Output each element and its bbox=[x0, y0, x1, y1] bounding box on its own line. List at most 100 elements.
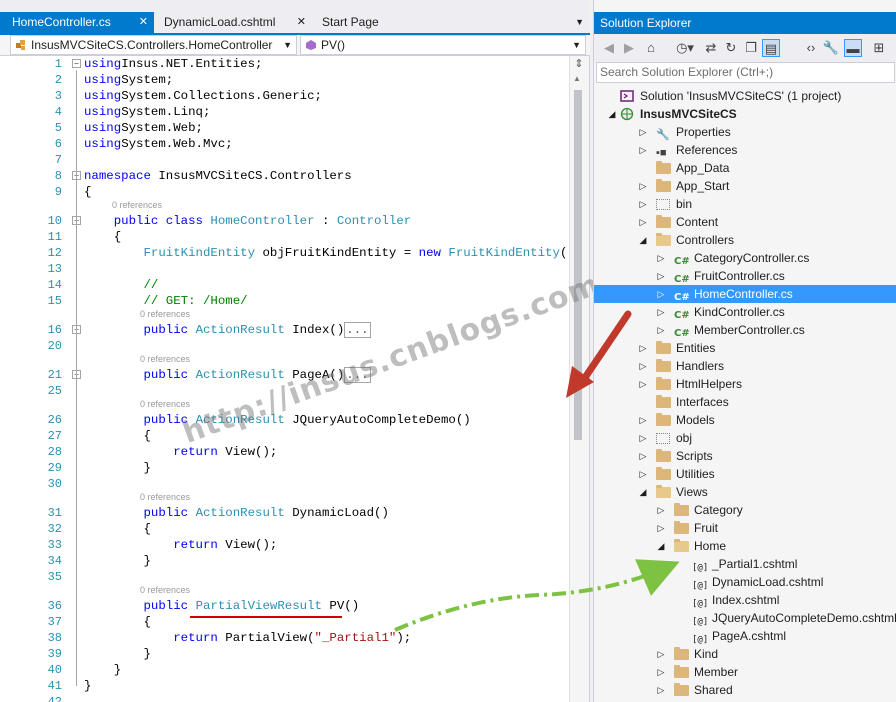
code-line[interactable]: 32 { bbox=[0, 521, 568, 537]
collapsed-arrow-icon[interactable]: ▷ bbox=[638, 177, 648, 195]
tree-item[interactable]: ▷ C# KindController.cs bbox=[594, 303, 896, 321]
solution-explorer-search-input[interactable]: Search Solution Explorer (Ctrl+;) bbox=[596, 62, 895, 83]
tree-item[interactable]: ▷ Entities bbox=[594, 339, 896, 357]
tree-item[interactable]: ▷ App_Start bbox=[594, 177, 896, 195]
tree-item[interactable]: ▷ Category bbox=[594, 501, 896, 519]
tree-item[interactable]: [@] PageA.cshtml bbox=[594, 627, 896, 645]
tab-start-page[interactable]: Start Page bbox=[310, 12, 430, 33]
expanded-arrow-icon[interactable]: ◢ bbox=[638, 483, 648, 501]
tree-item[interactable]: ▷ HtmlHelpers bbox=[594, 375, 896, 393]
collapsed-arrow-icon[interactable]: ▷ bbox=[638, 375, 648, 393]
tree-item[interactable]: [@] JQueryAutoCompleteDemo.cshtml bbox=[594, 609, 896, 627]
code-line[interactable]: 42 bbox=[0, 694, 568, 702]
code-line[interactable]: 33 return View(); bbox=[0, 537, 568, 553]
code-line[interactable]: 1 usingInsus.NET.Entities; − bbox=[0, 56, 568, 72]
code-line[interactable]: 40 } bbox=[0, 662, 568, 678]
collapsed-arrow-icon[interactable]: ▷ bbox=[638, 411, 648, 429]
preview-selected-icon[interactable]: ▬ bbox=[844, 39, 862, 57]
tree-item[interactable]: [@] DynamicLoad.cshtml bbox=[594, 573, 896, 591]
tab-dynamicload[interactable]: DynamicLoad.cshtml ✕ bbox=[152, 12, 312, 33]
code-line[interactable]: 8namespace InsusMVCSiteCS.Controllers− bbox=[0, 168, 568, 184]
tree-item[interactable]: Interfaces bbox=[594, 393, 896, 411]
collapsed-arrow-icon[interactable]: ▷ bbox=[638, 465, 648, 483]
tree-item[interactable]: ▷ C# FruitController.cs bbox=[594, 267, 896, 285]
tree-item[interactable]: ▷ Scripts bbox=[594, 447, 896, 465]
split-window-icon[interactable]: ⇕ bbox=[572, 58, 586, 70]
code-editor[interactable]: HomeController.cs ✕ DynamicLoad.cshtml ✕… bbox=[0, 0, 590, 702]
tab-homecontroller[interactable]: HomeController.cs ✕ bbox=[0, 12, 154, 33]
code-line[interactable]: 11 { bbox=[0, 229, 568, 245]
collapsed-arrow-icon[interactable]: ▷ bbox=[656, 645, 666, 663]
code-line[interactable]: 3 usingSystem.Collections.Generic; bbox=[0, 88, 568, 104]
code-line[interactable]: 28 return View(); bbox=[0, 444, 568, 460]
code-line[interactable]: 4 usingSystem.Linq; bbox=[0, 104, 568, 120]
scroll-up-icon[interactable]: ▲ bbox=[573, 74, 581, 83]
tree-item[interactable]: ▷ obj bbox=[594, 429, 896, 447]
tree-item[interactable]: ▷ Utilities bbox=[594, 465, 896, 483]
collapsed-arrow-icon[interactable]: ▷ bbox=[638, 213, 648, 231]
collapsed-arrow-icon[interactable]: ▷ bbox=[638, 123, 648, 141]
refresh-icon[interactable]: ↻ bbox=[722, 39, 740, 57]
code-line[interactable]: 36 public PartialViewResult PV() bbox=[0, 598, 568, 614]
code-line[interactable]: 41} bbox=[0, 678, 568, 694]
collapsed-arrow-icon[interactable]: ▷ bbox=[656, 267, 666, 285]
code-line[interactable]: 34 } bbox=[0, 553, 568, 569]
scrollbar-thumb[interactable] bbox=[574, 90, 582, 440]
tree-item[interactable]: ◢ InsusMVCSiteCS bbox=[594, 105, 896, 123]
type-dropdown[interactable]: InsusMVCSiteCS.Controllers.HomeControlle… bbox=[10, 35, 297, 55]
collapse-all-icon[interactable]: ❐ bbox=[742, 39, 760, 57]
back-icon[interactable]: ◀ bbox=[600, 39, 618, 57]
close-icon[interactable]: ✕ bbox=[139, 12, 148, 33]
tree-item[interactable]: ▷ Shared bbox=[594, 681, 896, 699]
collapsed-arrow-icon[interactable]: ▷ bbox=[656, 501, 666, 519]
tree-item[interactable]: ◢ Controllers bbox=[594, 231, 896, 249]
code-line[interactable]: 39 } bbox=[0, 646, 568, 662]
tree-item[interactable]: ▷ C# CategoryController.cs bbox=[594, 249, 896, 267]
code-line[interactable]: 2 usingSystem; bbox=[0, 72, 568, 88]
sync-icon[interactable]: ⇄ bbox=[702, 39, 720, 57]
pending-changes-filter-icon[interactable]: ◷▾ bbox=[672, 39, 698, 57]
tree-item[interactable]: ▷ Models bbox=[594, 411, 896, 429]
collapsed-arrow-icon[interactable]: ▷ bbox=[656, 519, 666, 537]
tree-item[interactable]: ▷ bin bbox=[594, 195, 896, 213]
code-line[interactable]: 9{ bbox=[0, 184, 568, 200]
tree-item[interactable]: ▷ ▪■ References bbox=[594, 141, 896, 159]
tree-item[interactable]: [@] Index.cshtml bbox=[594, 591, 896, 609]
class-diagram-icon[interactable]: ⊞ bbox=[870, 39, 888, 57]
code-line[interactable]: 30 bbox=[0, 476, 568, 492]
code-line[interactable]: 7 bbox=[0, 152, 568, 168]
collapsed-region-button[interactable]: ... bbox=[344, 322, 371, 338]
tree-item[interactable]: Solution 'InsusMVCSiteCS' (1 project) bbox=[594, 87, 896, 105]
home-icon[interactable]: ⌂ bbox=[642, 39, 660, 57]
tree-item[interactable]: ▷ 🔧 Properties bbox=[594, 123, 896, 141]
code-line[interactable]: 27 { bbox=[0, 428, 568, 444]
collapsed-arrow-icon[interactable]: ▷ bbox=[656, 321, 666, 339]
tree-item[interactable]: ◢ Home bbox=[594, 537, 896, 555]
codelens-references[interactable]: 0 references bbox=[140, 400, 190, 409]
expanded-arrow-icon[interactable]: ◢ bbox=[656, 537, 666, 555]
codelens-references[interactable]: 0 references bbox=[140, 310, 190, 319]
collapsed-arrow-icon[interactable]: ▷ bbox=[656, 681, 666, 699]
code-line[interactable]: 31 public ActionResult DynamicLoad() bbox=[0, 505, 568, 521]
forward-icon[interactable]: ▶ bbox=[620, 39, 638, 57]
tree-item[interactable]: ▷ Member bbox=[594, 663, 896, 681]
code-line[interactable]: 38 return PartialView("_Partial1"); bbox=[0, 630, 568, 646]
collapsed-arrow-icon[interactable]: ▷ bbox=[638, 141, 648, 159]
collapsed-arrow-icon[interactable]: ▷ bbox=[638, 447, 648, 465]
member-dropdown[interactable]: PV() ▼ bbox=[300, 35, 586, 55]
codelens-references[interactable]: 0 references bbox=[140, 355, 190, 364]
codelens-references[interactable]: 0 references bbox=[140, 493, 190, 502]
codelens-references[interactable]: 0 references bbox=[112, 201, 162, 210]
collapsed-arrow-icon[interactable]: ▷ bbox=[638, 357, 648, 375]
expanded-arrow-icon[interactable]: ◢ bbox=[638, 231, 648, 249]
code-line[interactable]: 10 public class HomeController : Control… bbox=[0, 213, 568, 229]
tree-item[interactable]: ▷ C# HomeController.cs bbox=[594, 285, 896, 303]
tree-item[interactable]: ▷ Fruit bbox=[594, 519, 896, 537]
code-line[interactable]: 29 } bbox=[0, 460, 568, 476]
tree-item[interactable]: ▷ Kind bbox=[594, 645, 896, 663]
collapsed-arrow-icon[interactable]: ▷ bbox=[638, 339, 648, 357]
collapsed-arrow-icon[interactable]: ▷ bbox=[656, 663, 666, 681]
codelens-references[interactable]: 0 references bbox=[140, 586, 190, 595]
code-line[interactable]: 35 bbox=[0, 569, 568, 585]
tree-item[interactable]: ◢ Views bbox=[594, 483, 896, 501]
